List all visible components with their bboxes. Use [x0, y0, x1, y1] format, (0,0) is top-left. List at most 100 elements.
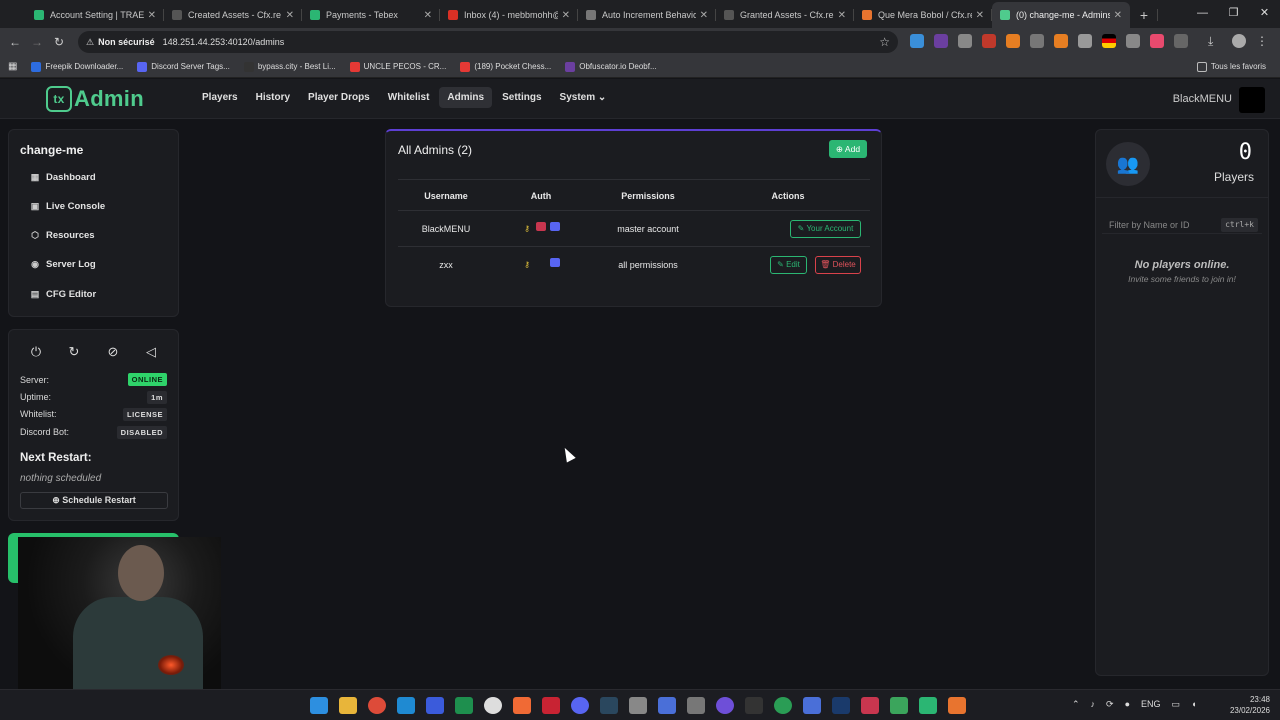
flag-extension-icon[interactable]: [1102, 34, 1116, 48]
schedule-restart-button[interactable]: ⊕ Schedule Restart: [20, 492, 168, 509]
browser-tab[interactable]: Created Assets - Cfx.re Pl ✕: [164, 2, 302, 28]
apps-grid-icon[interactable]: ▦: [8, 61, 17, 72]
menu-admins[interactable]: Admins: [439, 87, 493, 108]
app-icon[interactable]: [658, 697, 676, 714]
close-tab-icon[interactable]: ✕: [976, 10, 984, 21]
browser-tab[interactable]: Payments - Tebex ✕: [302, 2, 440, 28]
app-icon[interactable]: [484, 697, 502, 714]
display-icon[interactable]: ▭: [1172, 699, 1181, 710]
menu-dots-icon[interactable]: ⋮: [1256, 34, 1270, 48]
bookmark[interactable]: UNCLE PECOS - CR...: [349, 61, 446, 72]
steam-icon[interactable]: [600, 697, 618, 714]
mic-icon[interactable]: ●: [1125, 699, 1130, 710]
forward-icon[interactable]: →: [26, 35, 48, 49]
add-admin-button[interactable]: ⊕ Add: [829, 140, 867, 158]
bookmark[interactable]: Freepik Downloader...: [31, 61, 123, 72]
menu-players[interactable]: Players: [194, 87, 246, 108]
sidebar-item-cfg-editor[interactable]: ▤ CFG Editor: [29, 289, 96, 300]
avatar[interactable]: [1239, 87, 1265, 113]
rockstar-icon[interactable]: [948, 697, 966, 714]
txadmin-logo[interactable]: tx Admin: [46, 86, 144, 112]
clock[interactable]: 23:48 23/02/2026: [1230, 694, 1270, 716]
app-icon[interactable]: [687, 697, 705, 714]
restart-icon[interactable]: ↻: [66, 344, 82, 360]
extension-icon[interactable]: [910, 34, 924, 48]
power-off-icon[interactable]: ⏻: [28, 344, 44, 360]
chrome-icon[interactable]: [368, 697, 386, 714]
bookmark[interactable]: bypass.city - Best Li...: [243, 61, 336, 72]
extension-icon[interactable]: [1006, 34, 1020, 48]
sync-icon[interactable]: ⟳: [1106, 699, 1114, 710]
browser-tab[interactable]: Que Mera Bobol / Cfx.re ✕: [854, 2, 992, 28]
file-explorer-icon[interactable]: [339, 697, 357, 714]
app-icon[interactable]: [426, 697, 444, 714]
close-tab-icon[interactable]: ✕: [424, 10, 432, 21]
close-tab-icon[interactable]: ✕: [1114, 10, 1122, 21]
terminal-app-icon[interactable]: [745, 697, 763, 714]
bookmark[interactable]: Discord Server Tags...: [137, 61, 230, 72]
app-icon[interactable]: [629, 697, 647, 714]
volume-icon[interactable]: ♪: [1091, 699, 1096, 710]
bookmark[interactable]: Obfuscator.io Deobf...: [565, 61, 657, 72]
extension-icon[interactable]: [1030, 34, 1044, 48]
app-icon[interactable]: [861, 697, 879, 714]
browser-tab[interactable]: Auto Increment Behavior ✕: [578, 2, 716, 28]
back-icon[interactable]: ←: [4, 35, 26, 49]
puzzle-icon[interactable]: [1174, 34, 1188, 48]
delete-admin-button[interactable]: 🗑 Delete: [815, 256, 861, 274]
profile-icon[interactable]: [1232, 34, 1246, 48]
sidebar-item-resources[interactable]: ⬡ Resources: [29, 230, 95, 241]
security-label[interactable]: Non sécurisé: [98, 37, 155, 47]
extension-icon[interactable]: [1054, 34, 1068, 48]
menu-whitelist[interactable]: Whitelist: [380, 87, 438, 108]
maximize-icon[interactable]: ❐: [1218, 0, 1249, 28]
github-icon[interactable]: [716, 697, 734, 714]
app-icon[interactable]: [455, 697, 473, 714]
close-tab-icon[interactable]: ✕: [148, 10, 156, 21]
app-icon[interactable]: [803, 697, 821, 714]
app-icon[interactable]: [774, 697, 792, 714]
browser-tab-active[interactable]: (0) change-me - Admins ✕: [992, 2, 1130, 28]
your-account-button[interactable]: ✎ Your Account: [790, 220, 861, 238]
bookmark[interactable]: (189) Pocket Chess...: [460, 61, 551, 72]
extension-icon[interactable]: [1126, 34, 1140, 48]
app-icon[interactable]: [890, 697, 908, 714]
language-indicator[interactable]: ENG: [1141, 699, 1161, 710]
all-bookmarks-button[interactable]: Tous les favoris: [1196, 61, 1266, 72]
speaker-icon[interactable]: ◖: [1191, 699, 1196, 710]
browser-tab[interactable]: Inbox (4) - mebbmohh@g ✕: [440, 2, 578, 28]
sidebar-item-server-log[interactable]: ◉ Server Log: [29, 259, 96, 270]
app-icon[interactable]: [919, 697, 937, 714]
close-window-icon[interactable]: ✕: [1249, 0, 1280, 28]
menu-history[interactable]: History: [248, 87, 298, 108]
lock-off-icon[interactable]: ⊘: [105, 344, 121, 360]
vscode-icon[interactable]: [397, 697, 415, 714]
minimize-icon[interactable]: —: [1187, 0, 1218, 28]
reload-icon[interactable]: ↻: [48, 35, 70, 49]
close-tab-icon[interactable]: ✕: [700, 10, 708, 21]
star-icon[interactable]: ☆: [879, 35, 890, 49]
new-tab-button[interactable]: +: [1130, 2, 1158, 28]
photoshop-icon[interactable]: [832, 697, 850, 714]
sidebar-item-live-console[interactable]: ▣ Live Console: [29, 201, 105, 212]
app-icon[interactable]: [513, 697, 531, 714]
close-tab-icon[interactable]: ✕: [286, 10, 294, 21]
extension-icon[interactable]: [982, 34, 996, 48]
extension-icon[interactable]: [958, 34, 972, 48]
extension-icon[interactable]: [1150, 34, 1164, 48]
extension-icon[interactable]: [1078, 34, 1092, 48]
close-tab-icon[interactable]: ✕: [562, 10, 570, 21]
browser-tab[interactable]: Account Setting | TRAE - ✕: [26, 2, 164, 28]
player-filter-input[interactable]: Filter by Name or ID ctrl+k: [1102, 216, 1262, 234]
megaphone-icon[interactable]: ◁: [143, 344, 159, 360]
menu-settings[interactable]: Settings: [494, 87, 549, 108]
url-input[interactable]: ⚠ Non sécurisé 148.251.44.253:40120/admi…: [78, 31, 898, 53]
edit-admin-button[interactable]: ✎ Edit: [770, 256, 807, 274]
sidebar-item-dashboard[interactable]: ▦ Dashboard: [29, 172, 96, 183]
extension-icon[interactable]: [934, 34, 948, 48]
chevron-up-icon[interactable]: ⌃: [1072, 699, 1080, 710]
current-username[interactable]: BlackMENU: [1173, 93, 1232, 105]
close-tab-icon[interactable]: ✕: [838, 10, 846, 21]
menu-system[interactable]: System ⌄: [552, 87, 615, 108]
discord-app-icon[interactable]: [571, 697, 589, 714]
